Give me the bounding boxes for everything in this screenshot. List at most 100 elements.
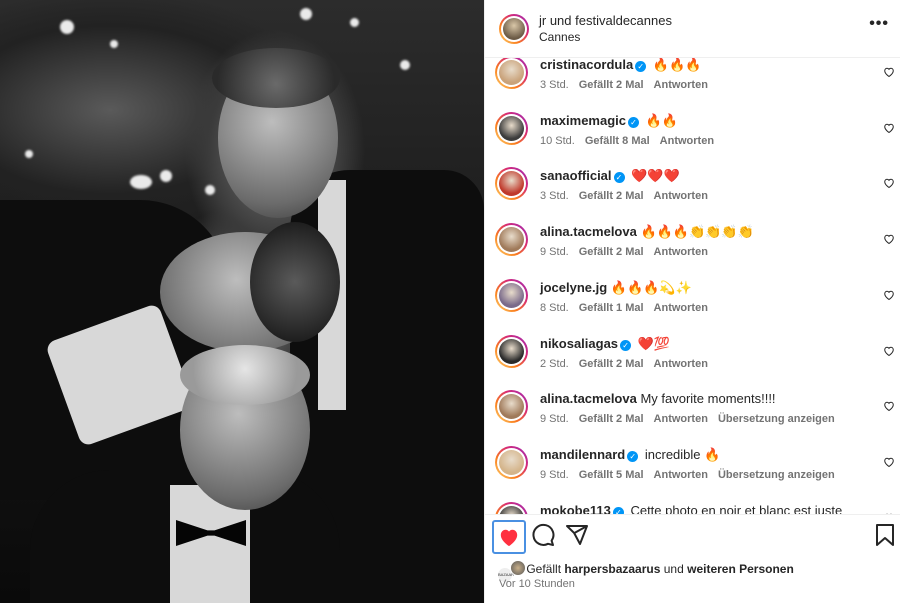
comment-username[interactable]: cristinacordula — [540, 58, 633, 72]
comment-likes[interactable]: Gefällt 1 Mal — [579, 302, 644, 314]
commenter-avatar[interactable] — [495, 390, 528, 424]
comment-time[interactable]: 8 Std. — [540, 302, 569, 314]
comment-meta: 3 Std. Gefällt 2 Mal Antworten — [540, 79, 718, 91]
post-authors: jr und festivaldecannes — [539, 13, 672, 28]
reply-button[interactable]: Antworten — [654, 469, 708, 481]
comment-username[interactable]: nikosaliagas — [540, 336, 618, 351]
reply-button[interactable]: Antworten — [660, 135, 714, 147]
comment-time[interactable]: 3 Std. — [540, 190, 569, 202]
post-location[interactable]: Cannes — [539, 30, 580, 44]
commenter-avatar[interactable] — [495, 223, 528, 257]
reply-button[interactable]: Antworten — [654, 358, 708, 370]
comment-likes[interactable]: Gefällt 2 Mal — [579, 190, 644, 202]
coauthor-username[interactable]: festivaldecannes — [575, 13, 672, 28]
comment-username[interactable]: jocelyne.jg — [540, 280, 607, 295]
commenter-avatar[interactable] — [495, 445, 528, 479]
comment-time[interactable]: 9 Std. — [540, 413, 569, 425]
comment-list[interactable]: cristinacordula ✓ 🔥🔥🔥 3 Std. Gefällt 2 Mal A… — [485, 58, 900, 514]
comment-username[interactable]: sanaofficial — [540, 168, 612, 183]
commenter-avatar[interactable] — [495, 111, 528, 145]
more-horizontal-icon[interactable]: ••• — [869, 15, 889, 33]
comment-item: mandilennard ✓ incredible 🔥 9 Std. Gefällt … — [485, 445, 900, 502]
comment-body: sanaofficial ✓ ❤️❤️❤️ — [540, 168, 680, 184]
post-photo[interactable] — [0, 0, 484, 603]
comment-text: Cette photo en noir et blanc est juste — [630, 502, 843, 514]
comment-body: mandilennard ✓ incredible 🔥 — [540, 447, 720, 463]
comment-time[interactable]: 9 Std. — [540, 246, 569, 258]
comment-username[interactable]: mokobe113 — [540, 503, 611, 514]
heart-outline-icon[interactable] — [883, 288, 895, 300]
likes-others-link[interactable]: weiteren Personen — [687, 562, 794, 576]
comment-likes[interactable]: Gefällt 5 Mal — [579, 469, 644, 481]
comment-likes[interactable]: Gefällt 2 Mal — [579, 358, 644, 370]
commenter-avatar[interactable] — [495, 167, 528, 201]
comment-item: maximemagic ✓ 🔥🔥 10 Std. Gefällt 8 Mal Antwo… — [485, 111, 900, 168]
comment-meta: 9 Std. Gefällt 5 Mal Antworten Übersetzung … — [540, 469, 845, 481]
comment-username[interactable]: maximemagic — [540, 113, 626, 128]
comment-item: nikosaliagas ✓ ❤️💯 2 Std. Gefällt 2 Mal Antw… — [485, 334, 900, 391]
heart-outline-icon[interactable] — [883, 455, 895, 467]
translate-button[interactable]: Übersetzung anzeigen — [718, 469, 835, 481]
commenter-avatar[interactable] — [495, 58, 528, 89]
comment-meta: 3 Std. Gefällt 2 Mal Antworten — [540, 190, 718, 202]
comment-item: mokobe113 ✓ Cette photo en noir et blanc … — [485, 501, 900, 514]
heart-outline-icon[interactable] — [883, 121, 895, 133]
reply-button[interactable]: Antworten — [654, 302, 708, 314]
comment-item: jocelyne.jg 🔥🔥🔥💫✨ 8 Std. Gefällt 1 Mal Antw… — [485, 278, 900, 335]
comment-meta: 9 Std. Gefällt 2 Mal Antworten Übersetzung … — [540, 413, 845, 425]
comment-meta: 8 Std. Gefällt 1 Mal Antworten — [540, 302, 718, 314]
heart-outline-icon[interactable] — [883, 399, 895, 412]
comment-meta: 9 Std. Gefällt 2 Mal Antworten — [540, 246, 718, 258]
comment-text: 🔥🔥🔥💫✨ — [610, 279, 692, 295]
comment-item: sanaofficial ✓ ❤️❤️❤️ 3 Std. Gefällt 2 Mal A… — [485, 167, 900, 223]
comment-text: My favorite moments!!!! — [640, 391, 776, 407]
comment-likes[interactable]: Gefällt 2 Mal — [579, 246, 644, 258]
heart-filled-icon[interactable] — [492, 520, 526, 554]
commenter-avatar[interactable] — [495, 501, 528, 514]
comment-meta: 10 Std. Gefällt 8 Mal Antworten — [540, 135, 724, 147]
comment-text: ❤️❤️❤️ — [631, 168, 680, 184]
bookmark-icon[interactable] — [875, 523, 900, 549]
comment-icon[interactable] — [531, 523, 557, 549]
comment-text: 🔥🔥🔥👏👏👏👏 — [640, 224, 754, 240]
verified-badge-icon: ✓ — [613, 172, 625, 184]
comment-username[interactable]: alina.tacmelova — [540, 224, 637, 239]
commenter-avatar[interactable] — [495, 334, 528, 368]
comment-meta: 2 Std. Gefällt 2 Mal Antworten — [540, 358, 718, 370]
reply-button[interactable]: Antworten — [654, 79, 708, 91]
comment-time[interactable]: 2 Std. — [540, 358, 569, 370]
heart-outline-icon[interactable] — [883, 176, 895, 189]
liker-username[interactable]: harpersbazaarus — [564, 562, 660, 576]
comment-time[interactable]: 3 Std. — [540, 79, 569, 91]
heart-outline-icon[interactable] — [883, 65, 895, 78]
reply-button[interactable]: Antworten — [654, 190, 708, 202]
heart-outline-icon[interactable] — [883, 344, 895, 356]
heart-outline-icon[interactable] — [883, 232, 895, 245]
comment-body: alina.tacmelova 🔥🔥🔥👏👏👏👏 — [540, 224, 754, 240]
action-bar — [485, 514, 900, 558]
comment-item: alina.tacmelova My favorite moments!!!! 9… — [485, 390, 900, 446]
comment-username[interactable]: mandilennard — [540, 447, 625, 462]
commenter-avatar[interactable] — [495, 278, 528, 312]
verified-badge-icon: ✓ — [628, 116, 639, 128]
comment-item: alina.tacmelova 🔥🔥🔥👏👏👏👏 9 Std. Gefällt 2 M… — [485, 223, 900, 279]
verified-badge-icon: ✓ — [620, 339, 632, 351]
comment-text: 🔥🔥🔥 — [652, 58, 702, 72]
comment-likes[interactable]: Gefällt 8 Mal — [585, 135, 650, 147]
comment-time[interactable]: 10 Std. — [540, 135, 575, 147]
verified-badge-icon: ✓ — [635, 61, 647, 72]
reply-button[interactable]: Antworten — [654, 413, 708, 425]
liker-avatar — [510, 560, 526, 576]
comment-time[interactable]: 9 Std. — [540, 469, 569, 481]
send-icon[interactable] — [565, 523, 591, 549]
comment-item: cristinacordula ✓ 🔥🔥🔥 3 Std. Gefällt 2 Mal A… — [485, 58, 900, 112]
verified-badge-icon: ✓ — [612, 506, 624, 514]
author-avatar[interactable] — [499, 14, 529, 44]
post-timestamp[interactable]: Vor 10 Stunden — [499, 578, 575, 590]
comment-likes[interactable]: Gefällt 2 Mal — [579, 413, 644, 425]
comment-likes[interactable]: Gefällt 2 Mal — [579, 79, 644, 91]
comment-username[interactable]: alina.tacmelova — [540, 391, 637, 406]
translate-button[interactable]: Übersetzung anzeigen — [718, 413, 835, 425]
verified-badge-icon: ✓ — [627, 450, 639, 462]
reply-button[interactable]: Antworten — [654, 246, 708, 258]
